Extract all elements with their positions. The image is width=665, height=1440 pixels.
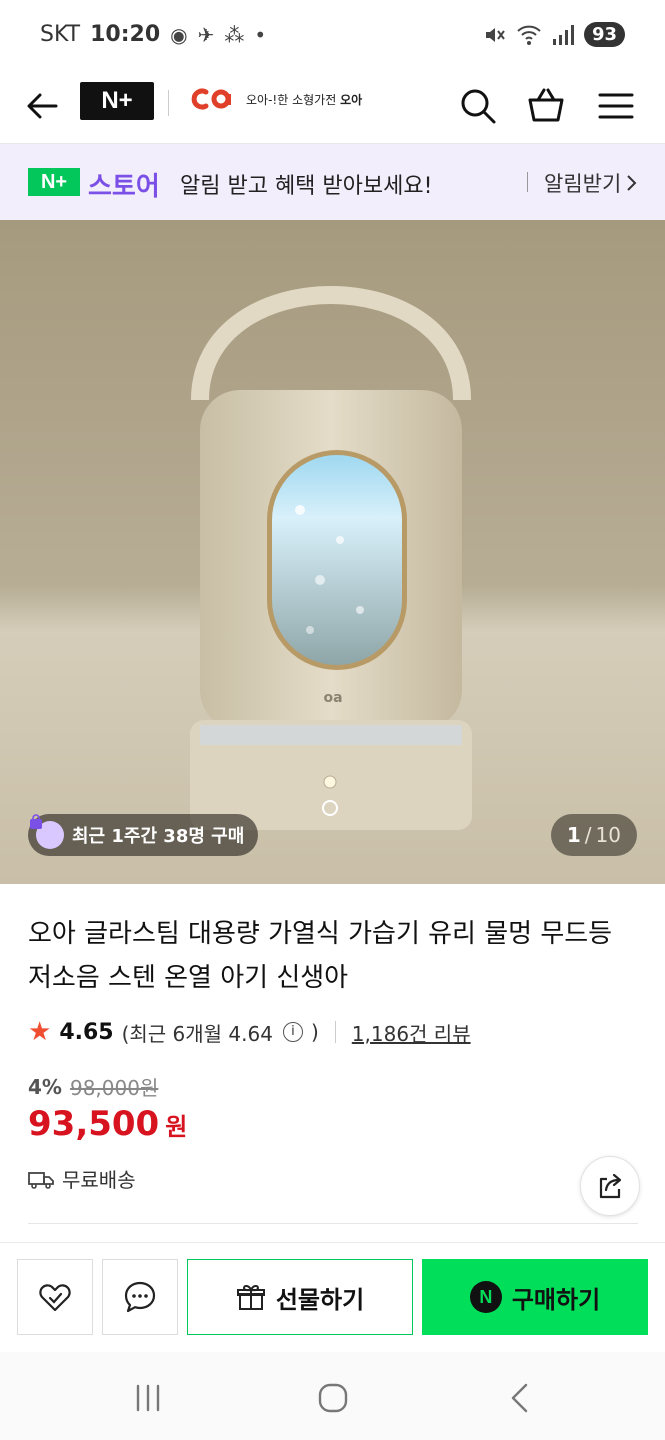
- gift-icon: [236, 1284, 265, 1310]
- share-icon: [599, 1173, 622, 1199]
- naver-plus-logo-text: N+: [101, 87, 133, 114]
- recent-apps-icon[interactable]: [126, 1376, 170, 1420]
- share-button[interactable]: [580, 1156, 640, 1216]
- chat-bubble-icon: [124, 1281, 156, 1313]
- naver-plus-badge: N+: [28, 168, 80, 196]
- product-title: 오아 글라스팀 대용량 가열식 가습기 유리 물멍 무드등 저소음 스텐 온열 …: [28, 919, 613, 993]
- record-icon: ◉: [170, 22, 188, 47]
- gift-button[interactable]: 선물하기: [187, 1259, 413, 1335]
- oa-logo-icon: [191, 88, 231, 110]
- truck-icon: [28, 1171, 54, 1189]
- notice-divider: [527, 172, 528, 192]
- purchase-action-bar: 선물하기 N 구매하기: [0, 1242, 665, 1352]
- store-name-prefix: 오아-!한 소형가전: [246, 92, 337, 107]
- star-icon: ★: [28, 1017, 52, 1047]
- product-photo: oa: [0, 220, 665, 884]
- battery-level: 93: [583, 22, 625, 47]
- menu-icon[interactable]: [594, 84, 638, 128]
- status-bar: SKT 10:20 ◉ ✈ ⁂ • 93: [0, 0, 665, 72]
- chevron-right-icon: [627, 175, 637, 191]
- header-divider: [168, 90, 169, 116]
- image-page-counter: 1 / 10: [550, 814, 637, 856]
- recent-buyers-text: 최근 1주간 38명 구매: [72, 826, 245, 847]
- naver-plus-badge-text: N+: [40, 170, 68, 193]
- dot-icon: •: [254, 22, 267, 47]
- shipping-label: 무료배송: [62, 1168, 136, 1192]
- naver-pay-icon: N: [469, 1281, 502, 1313]
- buy-button[interactable]: N 구매하기: [422, 1259, 648, 1335]
- store-name: 오아-!한 소형가전 오아: [246, 91, 362, 108]
- svg-text:oa: oa: [323, 690, 342, 706]
- grid-icon: ⁂: [224, 22, 245, 47]
- gift-label: 선물하기: [275, 1285, 365, 1314]
- app-header: N+ 오아-!한 소형가전 오아: [0, 72, 665, 144]
- price-unit: 원: [165, 1113, 188, 1141]
- subscribe-alert-label: 알림받기: [544, 172, 622, 196]
- heart-icon: [39, 1284, 71, 1312]
- recent-rating: (최근 6개월 4.64: [121, 1021, 273, 1046]
- review-count-link[interactable]: 1,186건 리뷰: [352, 1018, 471, 1047]
- cart-icon[interactable]: [524, 84, 568, 128]
- sale-price: 93,500: [28, 1104, 160, 1144]
- current-page: 1: [566, 823, 581, 847]
- notification-banner[interactable]: N+ 스토어 알림 받고 혜택 받아보세요! 알림받기: [0, 144, 665, 220]
- back-icon[interactable]: [498, 1376, 542, 1420]
- section-divider: [28, 1223, 638, 1224]
- store-name-brand: 오아: [340, 92, 363, 107]
- page-separator: /: [584, 823, 592, 847]
- info-icon[interactable]: i: [282, 1022, 303, 1042]
- home-icon[interactable]: [311, 1376, 355, 1420]
- subscribe-alert-button[interactable]: 알림받기: [544, 168, 639, 198]
- product-image-gallery[interactable]: oa 최근 1주간 38명 구매 1 / 10: [0, 220, 665, 884]
- rating-row: ★ 4.65 (최근 6개월 4.64 i ) 1,186건 리뷰: [28, 1016, 471, 1048]
- talk-talk-button[interactable]: [102, 1259, 178, 1335]
- rating-divider: [334, 1021, 336, 1043]
- app-icon: ✈: [197, 22, 215, 47]
- naver-plus-logo[interactable]: N+: [80, 82, 154, 120]
- recent-rating-close: ): [310, 1020, 319, 1044]
- wishlist-button[interactable]: [17, 1259, 93, 1335]
- system-nav-bar: [0, 1352, 665, 1440]
- total-pages: 10: [595, 823, 621, 847]
- notice-message: 알림 받고 혜택 받아보세요!: [180, 174, 433, 199]
- store-label: 스토어: [88, 172, 160, 202]
- discount-row: 4% 98,000원: [28, 1072, 158, 1101]
- shopping-bag-icon: [30, 814, 64, 849]
- buy-label: 구매하기: [511, 1285, 601, 1314]
- shipping-row: 무료배송: [28, 1164, 136, 1193]
- signal-icon: [552, 24, 574, 45]
- search-icon[interactable]: [456, 84, 500, 128]
- recent-buyers-badge: 최근 1주간 38명 구매: [28, 814, 259, 856]
- wifi-icon: [517, 25, 541, 45]
- store-logo[interactable]: 오아-!한 소형가전 오아: [188, 86, 362, 112]
- discount-rate: 4%: [28, 1074, 62, 1099]
- price-row: 93,500 원: [28, 1104, 187, 1144]
- mute-icon: [485, 27, 505, 42]
- rating-score: 4.65: [59, 1019, 114, 1045]
- original-price: 98,000원: [69, 1076, 159, 1100]
- carrier-label: SKT: [40, 22, 81, 47]
- back-arrow-icon[interactable]: [22, 86, 62, 126]
- clock: 10:20: [90, 22, 161, 47]
